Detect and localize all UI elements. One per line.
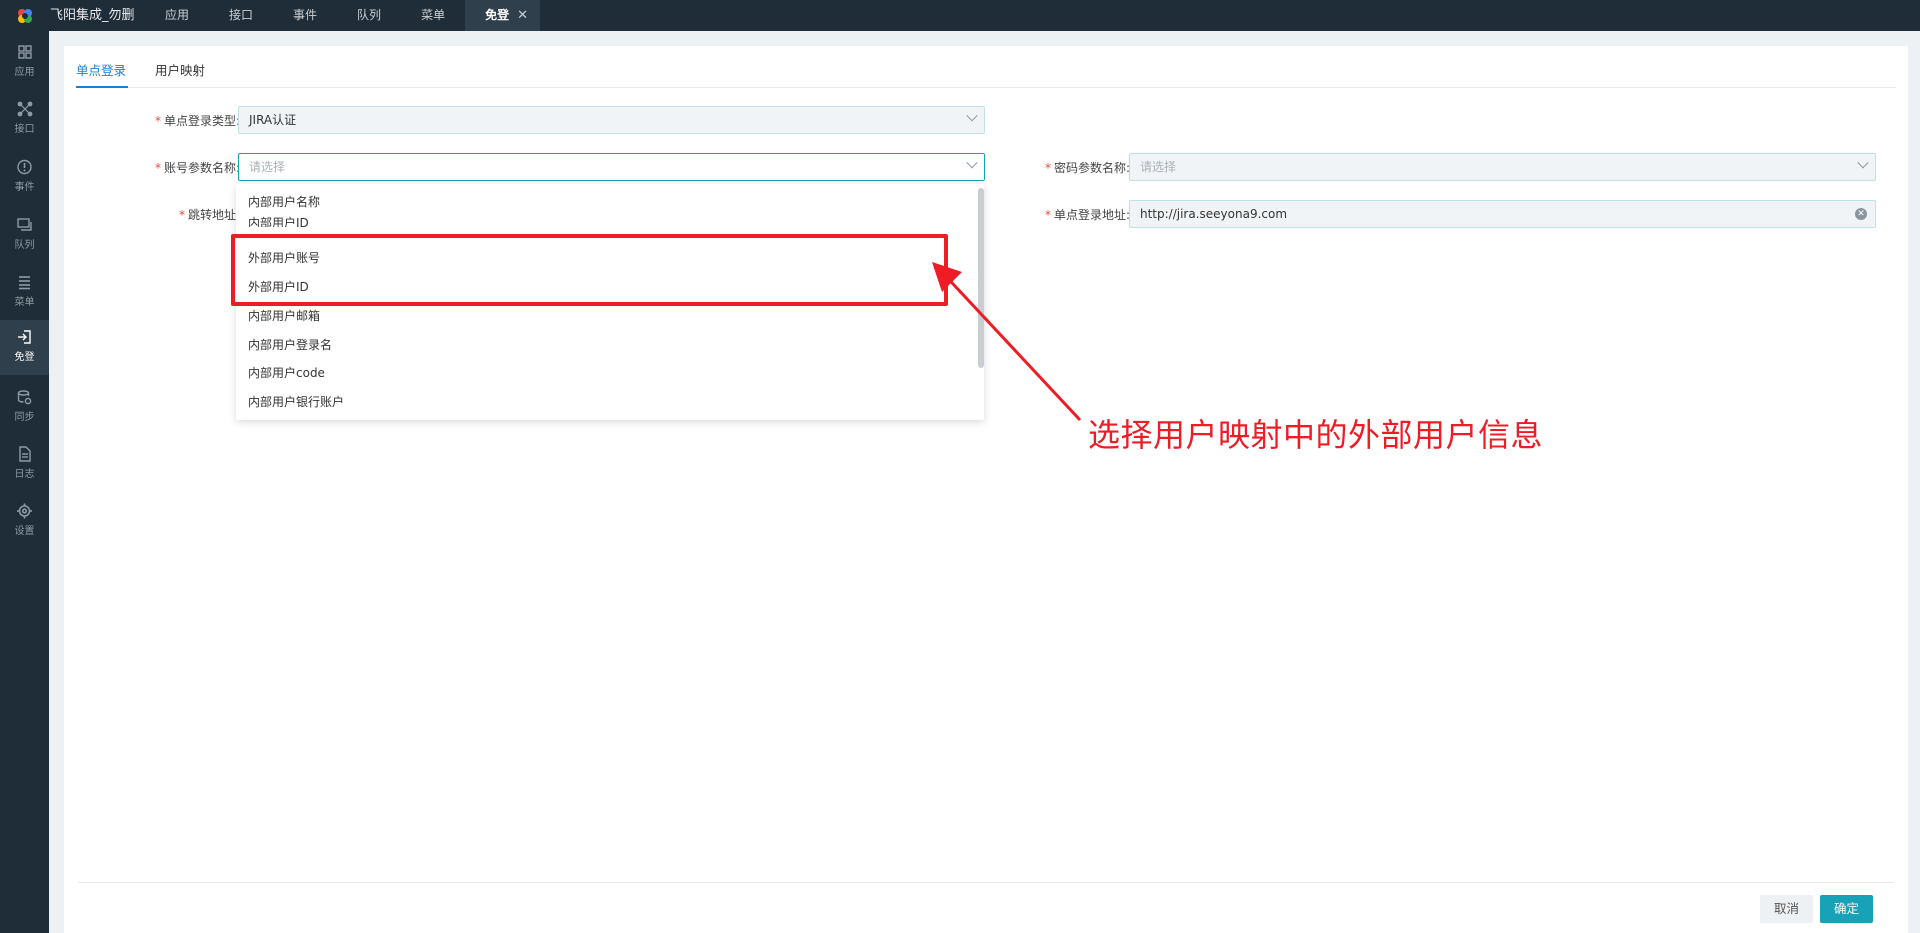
required-mark: * xyxy=(178,208,185,222)
top-bar: 飞阳集成_勿删 应用 接口 事件 队列 菜单 免登 ✕ xyxy=(0,0,1920,31)
label-text: 密码参数名称: xyxy=(1053,161,1130,175)
queue-icon xyxy=(17,218,32,231)
close-icon[interactable]: ✕ xyxy=(517,8,528,23)
tab-single-sign-on[interactable]: 单点登录 xyxy=(76,60,126,79)
sso-type-select[interactable]: JIRA认证 xyxy=(238,106,985,134)
tab-app[interactable]: 应用 xyxy=(145,0,209,31)
tab-menu[interactable]: 菜单 xyxy=(401,0,465,31)
chevron-down-icon xyxy=(1857,157,1869,169)
label-text: 账号参数名称: xyxy=(163,161,240,175)
account-param-select[interactable]: 请选择 xyxy=(238,153,985,181)
sidebar-item-log[interactable]: 日志 xyxy=(0,437,49,487)
highlight-box xyxy=(231,234,948,306)
footer-divider xyxy=(78,882,1894,883)
sidebar-item-event[interactable]: 事件 xyxy=(0,150,49,200)
required-mark: * xyxy=(1044,208,1051,222)
sso-url-label: * 单点登录地址: xyxy=(1024,206,1130,223)
sidebar-item-interface[interactable]: 接口 xyxy=(0,92,49,142)
tab-user-mapping[interactable]: 用户映射 xyxy=(155,60,205,79)
label-text: 单点登录地址: xyxy=(1053,208,1130,222)
top-tabs: 应用 接口 事件 队列 菜单 免登 ✕ xyxy=(145,0,540,31)
tab-sso[interactable]: 免登 ✕ xyxy=(465,0,540,31)
required-mark: * xyxy=(1044,161,1051,175)
app-logo-icon xyxy=(18,9,32,23)
tab-label: 应用 xyxy=(165,8,190,22)
required-mark: * xyxy=(154,161,161,175)
annotation-arrow-icon xyxy=(932,262,1082,422)
sidebar-item-label: 队列 xyxy=(14,240,35,251)
sidebar-item-label: 日志 xyxy=(14,469,35,480)
sidebar-item-label: 应用 xyxy=(14,67,35,78)
sidebar-item-sso[interactable]: 免登 xyxy=(0,320,49,375)
required-mark: * xyxy=(154,114,161,128)
password-param-select[interactable]: 请选择 xyxy=(1129,153,1876,181)
select-value: JIRA认证 xyxy=(249,113,297,127)
label-text: 跳转地址: xyxy=(187,208,240,222)
sidebar-item-app[interactable]: 应用 xyxy=(0,35,49,85)
main-panel: 单点登录 用户映射 * 单点登录类型: JIRA认证 * 账号参数名称: 请选择 *… xyxy=(64,46,1908,933)
cancel-button[interactable]: 取消 xyxy=(1760,895,1814,923)
confirm-button[interactable]: 确定 xyxy=(1820,895,1874,923)
tab-label: 队列 xyxy=(357,8,382,22)
tab-queue[interactable]: 队列 xyxy=(337,0,401,31)
sso-url-input[interactable]: http://jira.seeyona9.com ✕ xyxy=(1129,200,1876,228)
chevron-down-icon xyxy=(966,157,978,169)
sidebar-item-label: 同步 xyxy=(14,412,35,423)
sidebar-item-label: 设置 xyxy=(14,526,35,537)
gear-icon xyxy=(17,503,32,519)
account-param-label: * 账号参数名称: xyxy=(134,159,240,176)
sidebar-item-label: 事件 xyxy=(14,182,35,193)
sidebar-item-label: 免登 xyxy=(14,352,35,363)
password-param-label: * 密码参数名称: xyxy=(1024,159,1130,176)
tab-label: 事件 xyxy=(293,8,318,22)
dropdown-option[interactable]: 内部用户ID xyxy=(236,209,976,227)
grid-icon xyxy=(18,45,32,59)
app-title: 飞阳集成_勿删 xyxy=(50,8,135,23)
tab-event[interactable]: 事件 xyxy=(273,0,337,31)
dropdown-option[interactable]: 内部用户登录名 xyxy=(236,331,976,359)
select-placeholder: 请选择 xyxy=(249,160,286,174)
annotation-text: 选择用户映射中的外部用户信息 xyxy=(1088,416,1544,454)
input-value: http://jira.seeyona9.com xyxy=(1140,207,1288,221)
tab-label: 接口 xyxy=(229,8,254,22)
alert-icon xyxy=(17,159,32,175)
redirect-url-label: * 跳转地址: xyxy=(134,206,240,223)
document-icon xyxy=(19,446,31,462)
sidebar-item-label: 菜单 xyxy=(14,297,35,308)
tab-label: 免登 xyxy=(485,8,510,22)
dropdown-option[interactable]: 内部用户银行账户 xyxy=(236,388,976,416)
network-icon xyxy=(17,101,33,117)
sidebar-item-sync[interactable]: 同步 xyxy=(0,380,49,430)
menu-icon xyxy=(19,276,30,290)
tab-label: 菜单 xyxy=(421,8,446,22)
sidebar-item-label: 接口 xyxy=(14,124,35,135)
sub-tabs: 单点登录 用户映射 xyxy=(76,46,1896,88)
dropdown-option[interactable]: 内部用户code xyxy=(236,359,976,387)
dropdown-option[interactable]: 内部用户邮箱 xyxy=(236,302,976,330)
label-text: 单点登录类型: xyxy=(163,114,240,128)
tab-active-indicator xyxy=(76,86,128,88)
sso-type-label: * 单点登录类型: xyxy=(134,112,240,129)
sidebar: 应用 接口 事件 队列 菜单 免登 同步 日志 设置 xyxy=(0,31,49,933)
sidebar-item-settings[interactable]: 设置 xyxy=(0,494,49,544)
tab-interface[interactable]: 接口 xyxy=(209,0,273,31)
select-placeholder: 请选择 xyxy=(1140,160,1177,174)
sync-icon xyxy=(17,390,32,405)
sidebar-item-menu[interactable]: 菜单 xyxy=(0,265,49,315)
clear-icon[interactable]: ✕ xyxy=(1855,208,1867,220)
sidebar-item-queue[interactable]: 队列 xyxy=(0,208,49,258)
login-icon xyxy=(18,330,31,344)
chevron-down-icon xyxy=(966,110,978,122)
